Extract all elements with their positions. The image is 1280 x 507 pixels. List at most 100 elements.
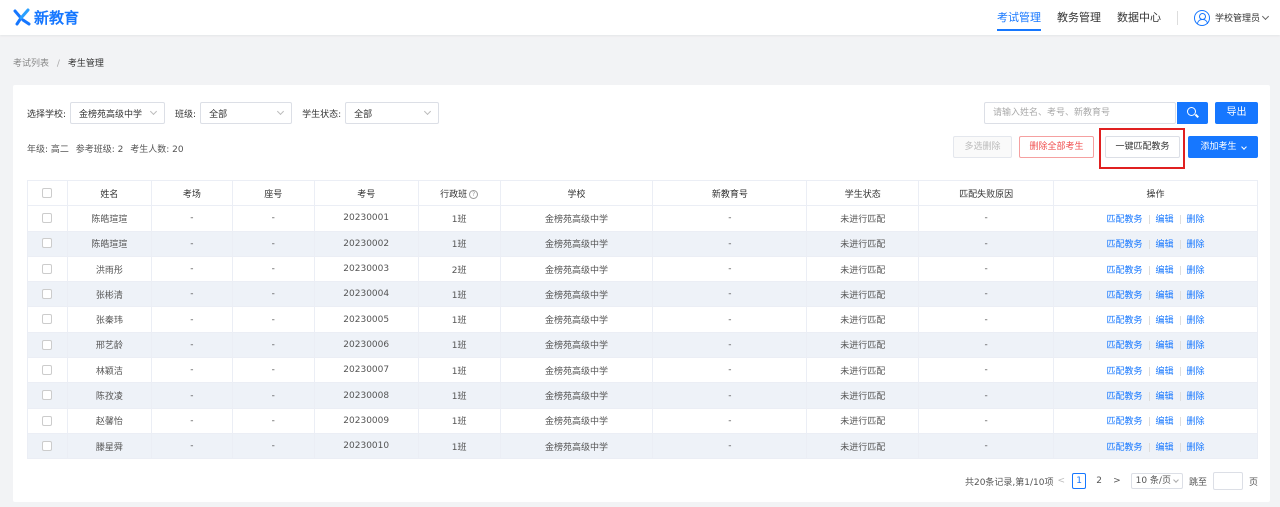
add-student-button[interactable]: 添加考生 bbox=[1188, 136, 1258, 158]
match-button[interactable]: 匹配教务 bbox=[1107, 341, 1143, 351]
delete-button[interactable]: 删除 bbox=[1187, 266, 1205, 276]
row-checkbox[interactable] bbox=[42, 238, 53, 249]
class-select[interactable]: 全部 bbox=[200, 102, 293, 124]
user-menu[interactable]: 学校管理员 bbox=[1193, 9, 1270, 26]
cell-fail-reason: - bbox=[918, 433, 1055, 460]
nav-academic-management[interactable]: 教务管理 bbox=[1057, 0, 1101, 35]
col-class-label: 行政班 bbox=[440, 189, 468, 200]
edit-button[interactable]: 编辑 bbox=[1156, 266, 1174, 276]
cell-class: 1班 bbox=[418, 306, 501, 333]
match-button[interactable]: 匹配教务 bbox=[1107, 316, 1143, 326]
action-divider bbox=[1148, 265, 1150, 275]
table-row: 林颖洁 - -20230007 1班 金榜苑高级中学 - 未进行匹配 - 匹配教务 编辑 删除 bbox=[27, 357, 1258, 384]
nav-data-center[interactable]: 数据中心 bbox=[1117, 0, 1161, 35]
edit-button[interactable]: 编辑 bbox=[1156, 443, 1174, 453]
select-all-checkbox[interactable] bbox=[42, 187, 53, 198]
delete-button[interactable]: 删除 bbox=[1187, 341, 1205, 351]
match-button[interactable]: 匹配教务 bbox=[1107, 266, 1143, 276]
match-button[interactable]: 匹配教务 bbox=[1107, 417, 1143, 427]
edit-button[interactable]: 编辑 bbox=[1156, 417, 1174, 427]
match-button[interactable]: 匹配教务 bbox=[1107, 367, 1143, 377]
row-checkbox[interactable] bbox=[42, 314, 53, 325]
row-checkbox[interactable] bbox=[42, 415, 53, 426]
row-checkbox[interactable] bbox=[42, 440, 53, 451]
delete-all-button[interactable]: 删除全部考生 bbox=[1019, 136, 1094, 158]
row-checkbox[interactable] bbox=[42, 364, 53, 375]
status-select[interactable]: 全部 bbox=[345, 102, 440, 124]
table-row: 陈孜凌 - -20230008 1班 金榜苑高级中学 - 未进行匹配 - 匹配教务 编辑 删除 bbox=[27, 382, 1258, 409]
breadcrumb-exam-list[interactable]: 考试列表 bbox=[13, 59, 49, 69]
select-all-cell bbox=[27, 180, 68, 207]
delete-button[interactable]: 删除 bbox=[1187, 417, 1205, 427]
logo-icon bbox=[13, 8, 31, 26]
edit-button[interactable]: 编辑 bbox=[1156, 291, 1174, 301]
row-checkbox[interactable] bbox=[42, 339, 53, 350]
col-room: 考场 bbox=[151, 180, 233, 207]
status-select-value: 全部 bbox=[354, 109, 373, 120]
cell-exam-number: 20230006 bbox=[314, 332, 419, 359]
multi-delete-button[interactable]: 多选删除 bbox=[953, 136, 1012, 158]
action-divider bbox=[1148, 392, 1150, 402]
search-button[interactable] bbox=[1177, 102, 1208, 124]
table-header-row: 姓名 考场 座号 考号 行政班? 学校 新教育号 学生状态 匹配失败原因 操作 bbox=[27, 180, 1258, 207]
cell-seat: - bbox=[232, 332, 315, 359]
cell-exam-number: 20230005 bbox=[314, 306, 419, 333]
delete-button[interactable]: 删除 bbox=[1187, 240, 1205, 250]
match-button[interactable]: 匹配教务 bbox=[1107, 240, 1143, 250]
page-1-button[interactable]: 1 bbox=[1072, 473, 1087, 489]
cell-school: 金榜苑高级中学 bbox=[500, 205, 654, 232]
cell-name: 林颖洁 bbox=[67, 357, 152, 384]
delete-button[interactable]: 删除 bbox=[1187, 316, 1205, 326]
cell-class: 1班 bbox=[418, 332, 501, 359]
edit-button[interactable]: 编辑 bbox=[1156, 341, 1174, 351]
cell-seat: - bbox=[232, 281, 315, 308]
edit-button[interactable]: 编辑 bbox=[1156, 367, 1174, 377]
cell-school: 金榜苑高级中学 bbox=[500, 408, 654, 434]
cell-status: 未进行匹配 bbox=[806, 256, 920, 283]
edit-button[interactable]: 编辑 bbox=[1156, 392, 1174, 402]
row-checkbox[interactable] bbox=[42, 263, 53, 274]
match-button[interactable]: 匹配教务 bbox=[1107, 215, 1143, 225]
page-2-button[interactable]: 2 bbox=[1092, 473, 1106, 489]
nav-divider bbox=[1176, 10, 1178, 25]
search-input[interactable]: 请输入姓名、考号、新教育号 bbox=[984, 102, 1176, 124]
delete-button[interactable]: 删除 bbox=[1187, 367, 1205, 377]
row-checkbox[interactable] bbox=[42, 213, 53, 224]
breadcrumb-separator: / bbox=[56, 59, 60, 69]
row-checkbox[interactable] bbox=[42, 390, 53, 401]
chevron-down-icon bbox=[1261, 12, 1270, 20]
cell-edu-number: - bbox=[652, 332, 808, 359]
action-divider bbox=[1148, 442, 1150, 452]
cell-status: 未进行匹配 bbox=[806, 281, 920, 308]
cell-status: 未进行匹配 bbox=[806, 306, 920, 333]
goto-page-input[interactable] bbox=[1212, 472, 1243, 490]
next-page-icon[interactable]: > bbox=[1113, 476, 1121, 486]
cell-room: - bbox=[151, 256, 233, 283]
row-checkbox-cell bbox=[27, 332, 68, 359]
cell-actions: 匹配教务 编辑 删除 bbox=[1053, 382, 1258, 409]
exam-summary: 年级: 高二 参考班级: 2 考生人数: 20 bbox=[27, 142, 188, 155]
nav-exam-management[interactable]: 考试管理 bbox=[996, 0, 1041, 35]
help-icon[interactable]: ? bbox=[469, 189, 479, 199]
logo[interactable]: 新教育 bbox=[12, 7, 79, 27]
delete-button[interactable]: 删除 bbox=[1187, 215, 1205, 225]
export-button[interactable]: 导出 bbox=[1215, 102, 1258, 124]
page-size-select[interactable]: 10 条/页 bbox=[1130, 473, 1183, 489]
cell-class: 1班 bbox=[418, 281, 501, 308]
edit-button[interactable]: 编辑 bbox=[1156, 240, 1174, 250]
cell-class: 1班 bbox=[418, 433, 501, 460]
cell-name: 赵馨怡 bbox=[67, 408, 152, 434]
school-select[interactable]: 金榜苑高级中学 bbox=[70, 102, 166, 124]
cell-class: 1班 bbox=[418, 408, 501, 434]
delete-button[interactable]: 删除 bbox=[1187, 291, 1205, 301]
delete-button[interactable]: 删除 bbox=[1187, 443, 1205, 453]
prev-page-icon[interactable]: < bbox=[1058, 476, 1066, 486]
cell-class: 1班 bbox=[418, 231, 501, 257]
match-button[interactable]: 匹配教务 bbox=[1107, 291, 1143, 301]
delete-button[interactable]: 删除 bbox=[1187, 392, 1205, 402]
row-checkbox[interactable] bbox=[42, 289, 53, 300]
edit-button[interactable]: 编辑 bbox=[1156, 316, 1174, 326]
match-button[interactable]: 匹配教务 bbox=[1107, 392, 1143, 402]
edit-button[interactable]: 编辑 bbox=[1156, 215, 1174, 225]
match-button[interactable]: 匹配教务 bbox=[1107, 443, 1143, 453]
